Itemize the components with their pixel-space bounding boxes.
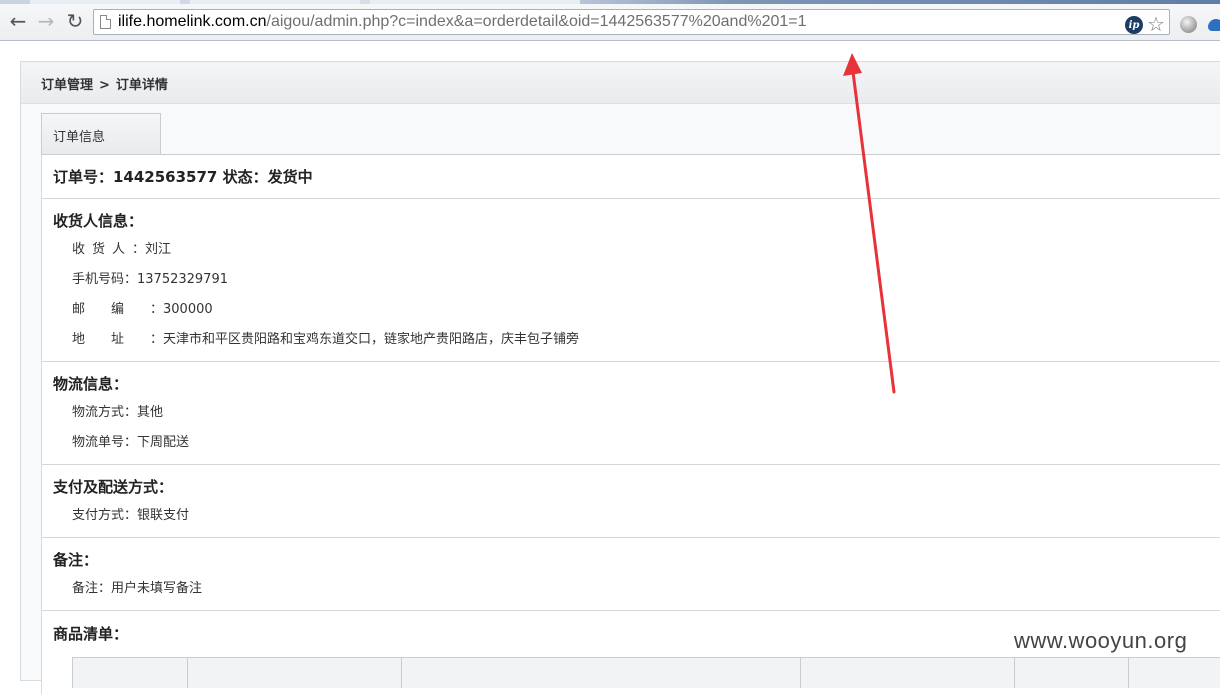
payment-method-label: 支付方式 [72,508,125,523]
address-bar[interactable]: ilife.homelink.com.cn/aigou/admin.php?c=… [93,9,1170,35]
logistics-method-label: 物流方式 [72,405,125,420]
recipient-address-row: 地址：天津市和平区贵阳路和宝鸡东道交口，链家地产贵阳路店，庆丰包子铺旁 [72,328,579,347]
admin-panel: 订单管理 > 订单详情 订单信息 订单号：1442563577 状态：发货中 收货人… [20,61,1220,694]
product-col-2 [188,658,402,688]
products-title: 商品清单： [53,625,129,643]
payment-method-value: ：银联支付 [124,508,190,523]
order-detail-content: 订单号：1442563577 状态：发货中 收货人信息： 收货人：刘江 手机号码… [41,154,1220,694]
recipient-name-label: 收货人 [72,242,133,257]
remark-section: 备注： 备注：用户未填写备注 [42,537,1220,611]
payment-title: 支付及配送方式： [53,478,174,496]
payment-method-row: 支付方式：银联支付 [72,504,189,523]
recipient-zip-label: 邮编 [72,302,151,317]
url-host: ilife.homelink.com.cn [118,13,267,30]
breadcrumb-bar: 订单管理 > 订单详情 [21,62,1220,104]
ip-extension-icon[interactable]: ip [1125,16,1143,34]
logistics-method-row: 物流方式：其他 [72,401,163,420]
breadcrumb: 订单管理 > 订单详情 [41,74,168,93]
recipient-address-value: ：天津市和平区贵阳路和宝鸡东道交口，链家地产贵阳路店，庆丰包子铺旁 [150,332,580,347]
recipient-section: 收货人信息： 收货人：刘江 手机号码：13752329791 邮编：300000… [42,198,1220,362]
remark-value: ：用户未填写备注 [98,581,203,596]
product-col-3 [402,658,801,688]
recipient-phone-row: 手机号码：13752329791 [72,268,228,287]
breadcrumb-order-detail: 订单详情 [115,78,168,93]
remark-row: 备注：用户未填写备注 [72,577,202,596]
url-text[interactable]: ilife.homelink.com.cn/aigou/admin.php?c=… [118,13,807,31]
recipient-name-value: ：刘江 [132,242,172,257]
back-arrow-icon[interactable]: ← [6,9,30,33]
page-icon [100,15,111,29]
tab-order-info[interactable]: 订单信息 [41,113,161,154]
logistics-tracking-value: ：下周配送 [124,435,190,450]
globe-extension-icon[interactable] [1180,16,1197,33]
recipient-title: 收货人信息： [53,212,144,230]
logistics-tracking-row: 物流单号：下周配送 [72,431,189,450]
product-table-header [72,657,1220,688]
breadcrumb-separator: > [99,78,110,93]
order-header-section: 订单号：1442563577 状态：发货中 [42,155,1220,199]
recipient-name-row: 收货人：刘江 [72,238,171,257]
remark-title: 备注： [53,551,99,569]
recipient-phone-label: 手机号码 [72,272,125,287]
order-number-status: 订单号：1442563577 状态：发货中 [53,168,313,186]
product-col-4 [801,658,1015,688]
bookmark-star-icon[interactable]: ☆ [1147,12,1165,36]
product-col-5 [1015,658,1129,688]
product-col-6 [1129,658,1220,688]
cloud-extension-icon[interactable] [1208,19,1220,31]
remark-label: 备注 [72,581,99,596]
product-col-1 [72,658,188,688]
payment-section: 支付及配送方式： 支付方式：银联支付 [42,464,1220,538]
logistics-tracking-label: 物流单号 [72,435,125,450]
logistics-title: 物流信息： [53,375,129,393]
recipient-zip-value: ：300000 [150,302,213,317]
recipient-address-label: 地址 [72,332,151,347]
recipient-phone-value: ：13752329791 [124,272,228,287]
forward-arrow-icon[interactable]: → [34,9,58,33]
logistics-method-value: ：其他 [124,405,164,420]
logistics-section: 物流信息： 物流方式：其他 物流单号：下周配送 [42,361,1220,465]
recipient-zip-row: 邮编：300000 [72,298,213,317]
watermark: www.wooyun.org [1014,628,1188,653]
page-viewport: 订单管理 > 订单详情 订单信息 订单号：1442563577 状态：发货中 收货人… [0,41,1220,694]
url-path: /aigou/admin.php?c=index&a=orderdetail&o… [266,13,807,30]
reload-icon[interactable]: ↻ [63,9,87,33]
browser-toolbar: ← → ↻ ilife.homelink.com.cn/aigou/admin.… [0,4,1220,41]
breadcrumb-order-management[interactable]: 订单管理 [41,78,93,93]
